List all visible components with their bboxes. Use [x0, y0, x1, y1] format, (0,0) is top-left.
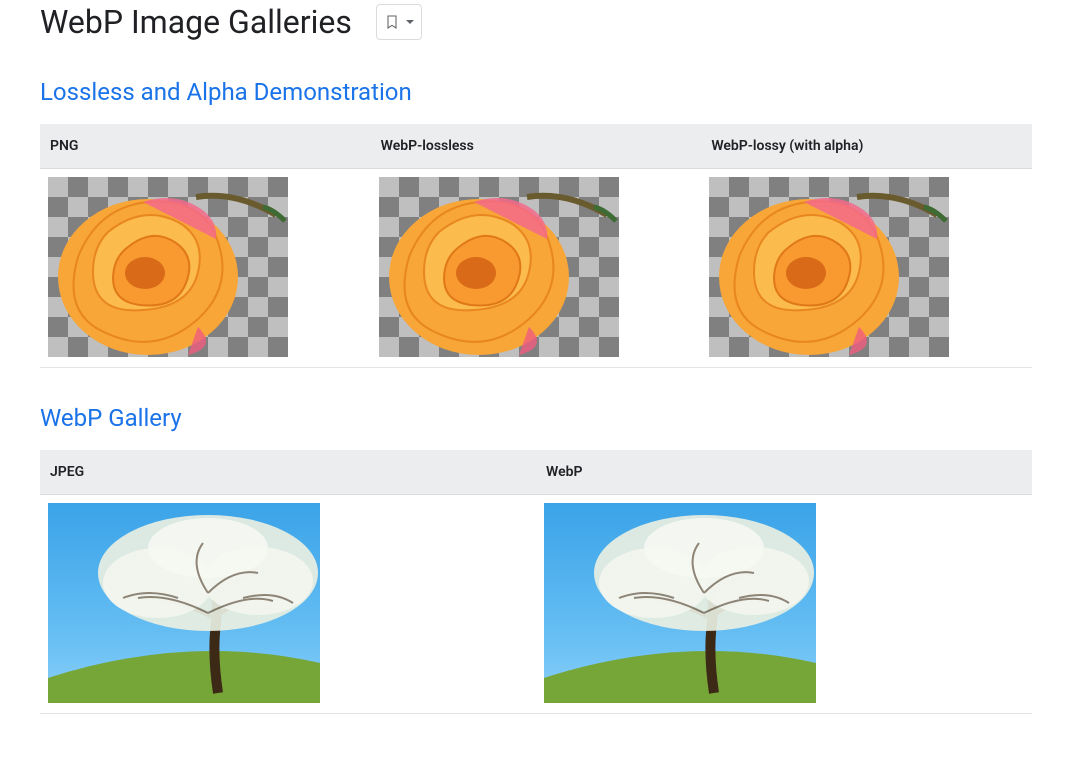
- gallery-table: JPEG WebP: [40, 450, 1032, 714]
- rose-image-png[interactable]: [48, 177, 288, 357]
- col-header-webp-lossy: WebP-lossy (with alpha): [701, 124, 1032, 169]
- section-heading-lossless[interactable]: Lossless and Alpha Demonstration: [40, 78, 1032, 106]
- col-header-png: PNG: [40, 124, 371, 169]
- col-header-jpeg: JPEG: [40, 450, 536, 495]
- chevron-down-icon: [406, 20, 414, 24]
- table-row: [40, 495, 1032, 714]
- page-title: WebP Image Galleries: [40, 2, 352, 42]
- rose-image-webp-lossless[interactable]: [379, 177, 619, 357]
- table-row: [40, 169, 1032, 368]
- col-header-webp: WebP: [536, 450, 1032, 495]
- section-heading-gallery[interactable]: WebP Gallery: [40, 404, 1032, 432]
- rose-image-webp-lossy[interactable]: [709, 177, 949, 357]
- lossless-table: PNG WebP-lossless WebP-lossy (with alpha…: [40, 124, 1032, 368]
- bookmark-button[interactable]: [376, 4, 422, 40]
- tree-image-webp[interactable]: [544, 503, 816, 703]
- col-header-webp-lossless: WebP-lossless: [371, 124, 702, 169]
- tree-image-jpeg[interactable]: [48, 503, 320, 703]
- bookmark-icon: [384, 14, 400, 30]
